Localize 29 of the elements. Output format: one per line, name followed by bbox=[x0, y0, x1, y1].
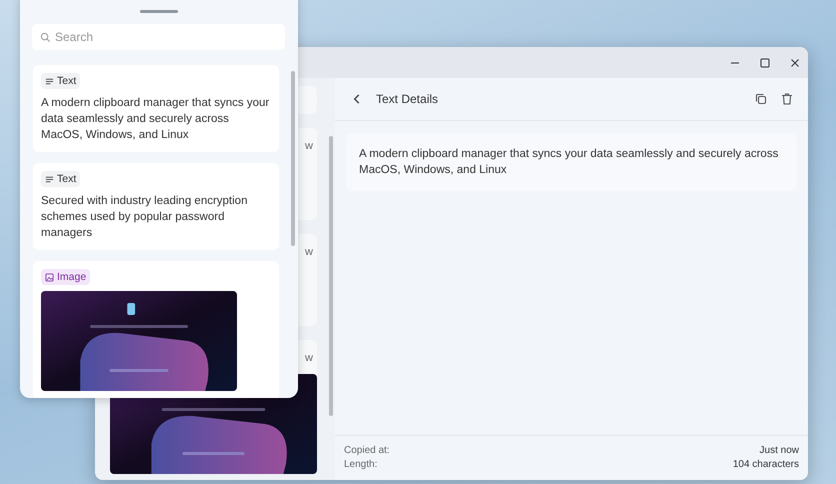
search-field[interactable]: Search bbox=[32, 24, 285, 50]
meta-label: Copied at: bbox=[344, 445, 390, 456]
meta-label: Length: bbox=[344, 459, 378, 470]
scrollbar[interactable] bbox=[291, 71, 295, 246]
clipboard-card[interactable]: Text A modern clipboard manager that syncs your data seamlessly and securely across MacOS, Windows, and Linux bbox=[33, 65, 279, 152]
type-tag: Image bbox=[41, 269, 90, 285]
type-tag: Text bbox=[41, 73, 80, 89]
close-icon[interactable] bbox=[790, 58, 800, 68]
maximize-icon[interactable] bbox=[760, 58, 770, 68]
clip-text: A modern clipboard manager that syncs your data seamlessly and securely across MacOS, Windows, and Linux bbox=[41, 96, 270, 143]
clipboard-card[interactable]: Image bbox=[33, 261, 279, 398]
trash-icon[interactable] bbox=[780, 92, 794, 106]
meta-value: 104 characters bbox=[732, 459, 799, 470]
text-icon bbox=[45, 174, 54, 184]
meta-value: Just now bbox=[760, 445, 799, 456]
image-icon bbox=[45, 272, 54, 282]
clip-text: Secured with industry leading encryption schemes used by popular password managers bbox=[41, 194, 248, 241]
clipboard-text: A modern clipboard manager that syncs your data seamlessly and securely across MacOS, Windows, and Linux bbox=[359, 147, 780, 178]
drag-handle[interactable] bbox=[140, 10, 178, 13]
clipboard-card[interactable]: Text Secured with industry leading encryption schemes used by popular password managers bbox=[33, 163, 279, 250]
text-icon bbox=[45, 76, 54, 86]
card-text: w bbox=[305, 352, 313, 365]
scrollbar[interactable] bbox=[329, 136, 333, 416]
copy-icon[interactable] bbox=[754, 92, 768, 106]
card-text: w bbox=[305, 140, 313, 153]
card-text: w bbox=[305, 246, 313, 259]
type-tag: Text bbox=[41, 171, 80, 187]
search-icon bbox=[40, 32, 51, 42]
page-title: Text Details bbox=[376, 92, 438, 106]
